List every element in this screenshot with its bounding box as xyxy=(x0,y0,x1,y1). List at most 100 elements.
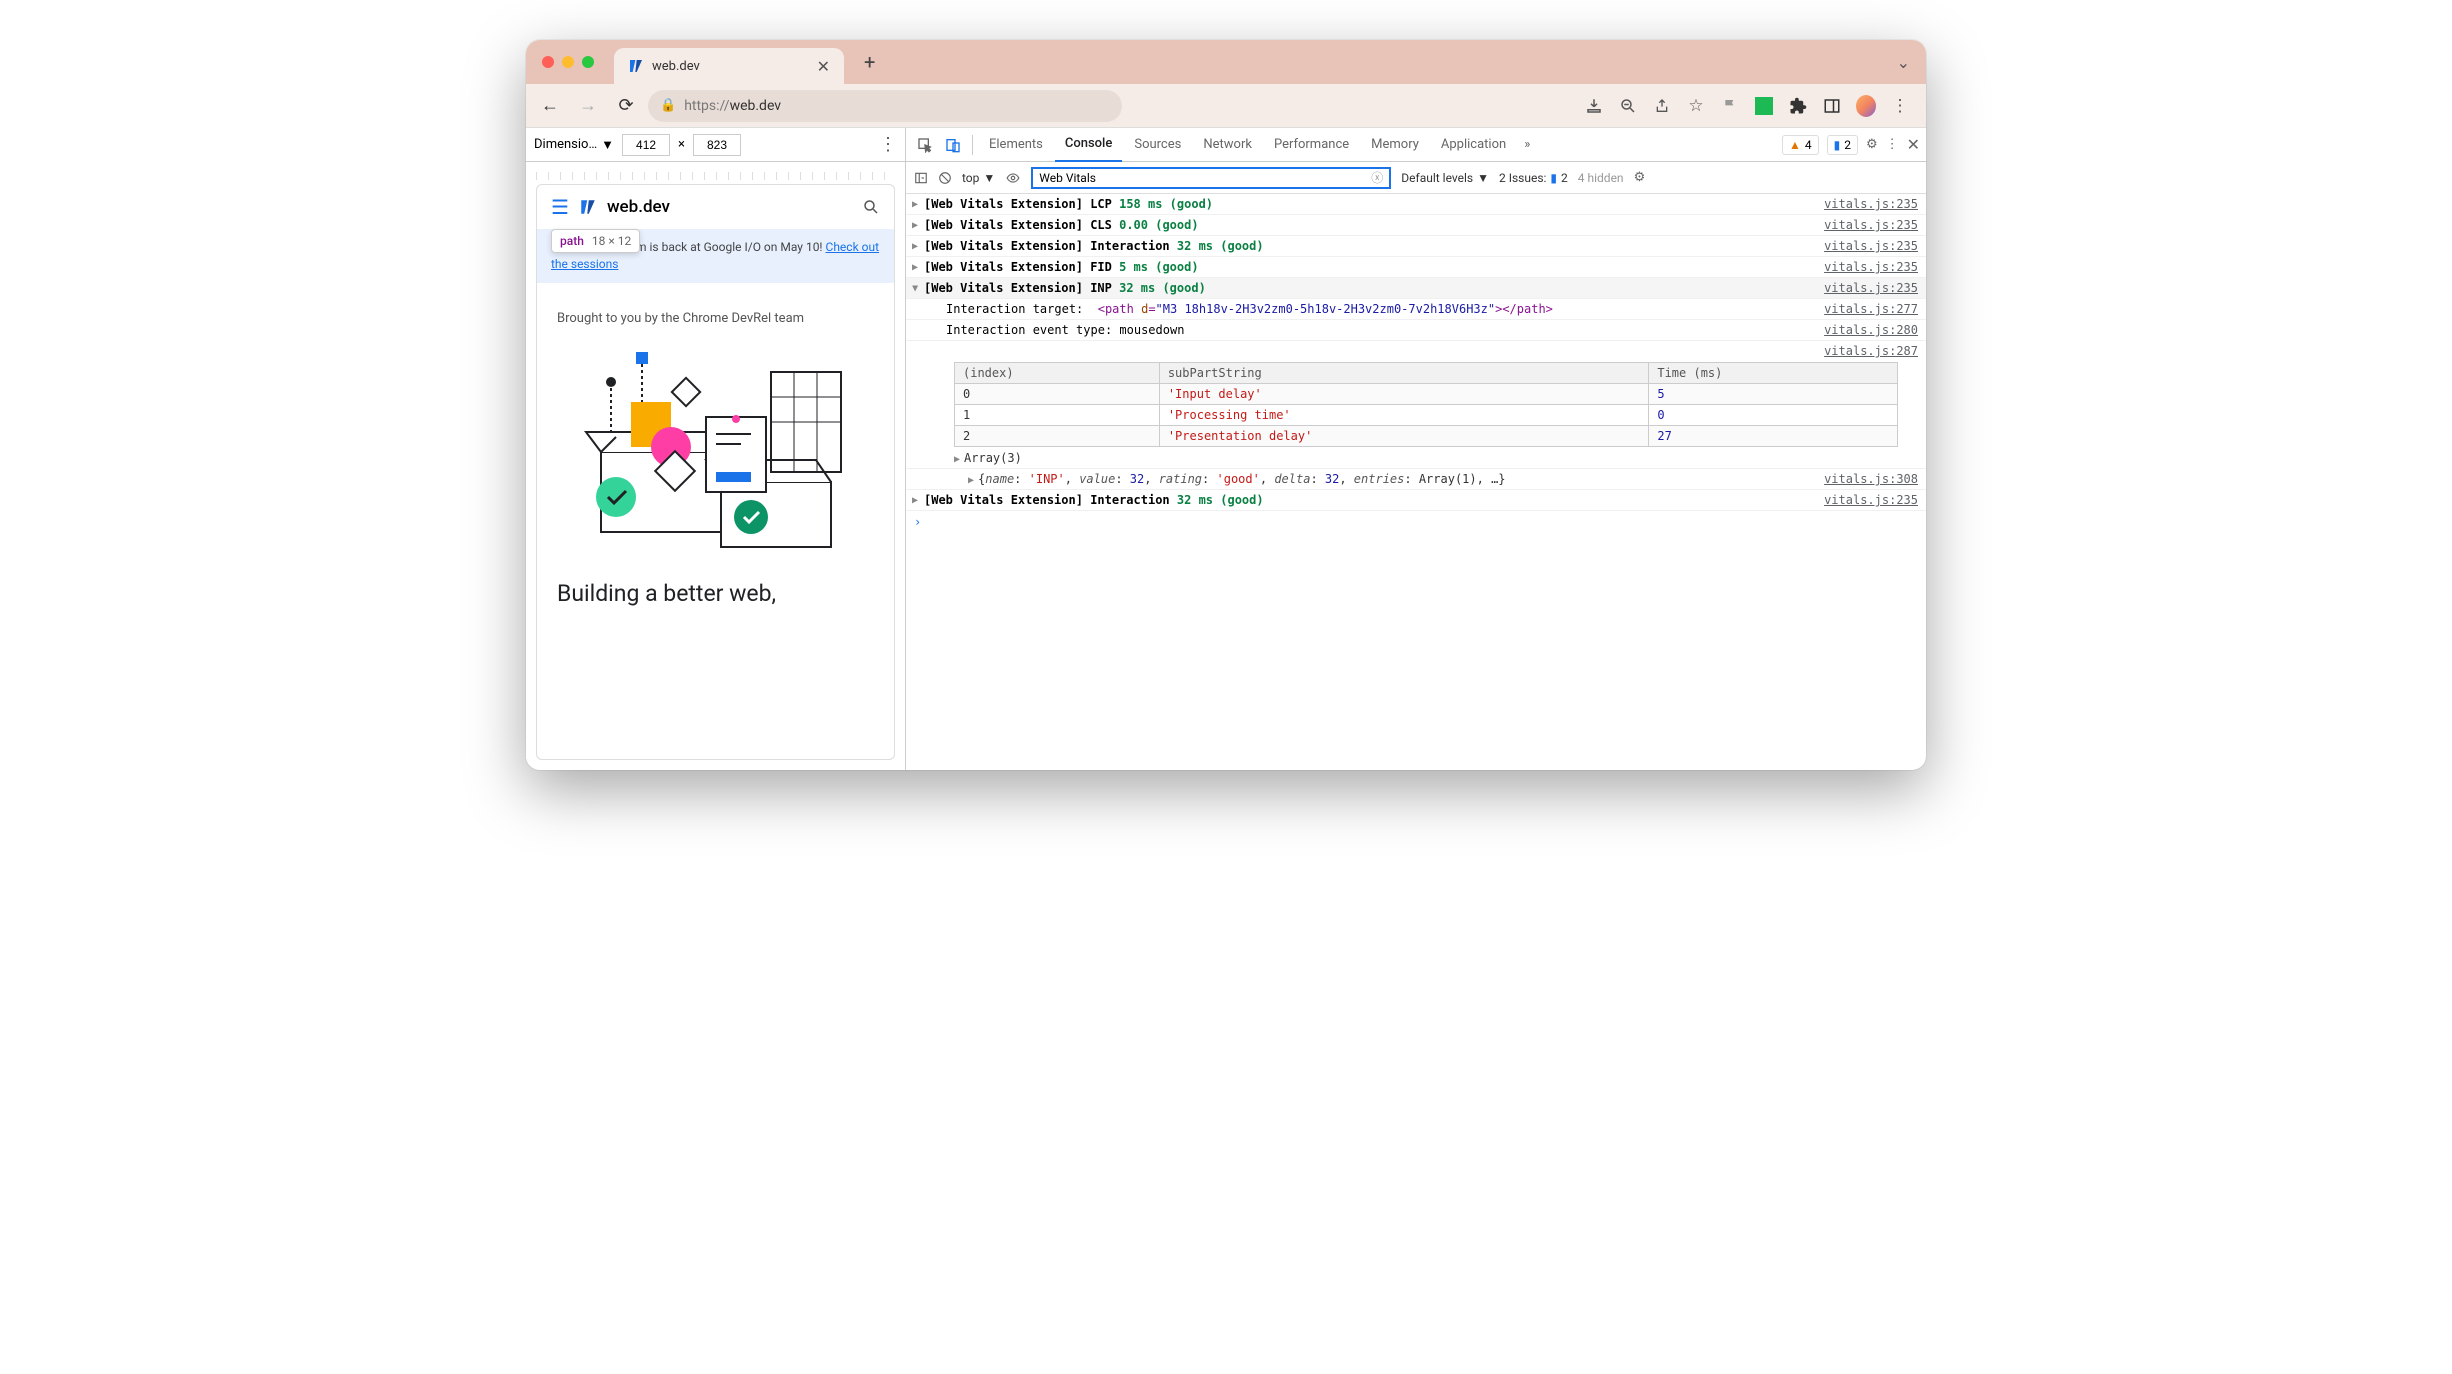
viewport-height-input[interactable] xyxy=(693,134,741,156)
console-log-row[interactable]: ▶ [Web Vitals Extension] FID 5 ms (good)… xyxy=(906,257,1926,278)
device-select[interactable]: Dimensio… ▼ xyxy=(534,137,614,153)
devtools-tab-memory[interactable]: Memory xyxy=(1361,128,1429,162)
settings-gear-icon[interactable]: ⚙ xyxy=(1866,137,1878,152)
console-table-wrapper: vitals.js:287 (index)subPartStringTime (… xyxy=(906,341,1926,469)
search-icon[interactable] xyxy=(862,198,880,216)
window-titlebar: web.dev ✕ + ⌄ xyxy=(526,40,1926,84)
expand-arrow-icon[interactable]: ▶ xyxy=(912,199,918,210)
console-log-row[interactable]: ▶ [Web Vitals Extension] Interaction 32 … xyxy=(906,236,1926,257)
more-tabs-button[interactable]: » xyxy=(1518,137,1536,152)
hamburger-menu-icon[interactable]: ☰ xyxy=(551,195,569,219)
warnings-badge[interactable]: ▲4 xyxy=(1782,135,1819,155)
console-sidebar-toggle-icon[interactable] xyxy=(914,171,928,185)
console-toolbar: top ▼ Web Vitals ⓧ Default levels ▼ 2 Is… xyxy=(906,162,1926,194)
page-headline: Building a better web, xyxy=(537,580,894,607)
share-icon[interactable] xyxy=(1652,96,1672,116)
execution-context-select[interactable]: top ▼ xyxy=(962,171,995,185)
devtools-tab-application[interactable]: Application xyxy=(1431,128,1516,162)
expand-arrow-icon[interactable]: ▶ xyxy=(910,285,921,291)
forward-button[interactable]: → xyxy=(572,90,604,122)
source-link[interactable]: vitals.js:235 xyxy=(1824,281,1918,295)
devtools-tab-performance[interactable]: Performance xyxy=(1264,128,1359,162)
clear-console-icon[interactable] xyxy=(938,171,952,185)
tab-overflow-button[interactable]: ⌄ xyxy=(1897,53,1910,72)
inspect-element-icon[interactable] xyxy=(912,132,938,158)
console-settings-icon[interactable]: ⚙ xyxy=(1634,170,1646,185)
browser-tab[interactable]: web.dev ✕ xyxy=(614,48,844,84)
source-link[interactable]: vitals.js:280 xyxy=(1824,323,1918,337)
page-preview: ☰ web.dev path18 × 12 The Chrome team is… xyxy=(536,184,895,760)
minimize-window-button[interactable] xyxy=(562,56,574,68)
console-log-row[interactable]: ▶ [Web Vitals Extension] INP 32 ms (good… xyxy=(906,278,1926,299)
source-link[interactable]: vitals.js:235 xyxy=(1824,197,1918,211)
maximize-window-button[interactable] xyxy=(582,56,594,68)
array-expander[interactable]: ▶Array(3) xyxy=(914,451,1918,465)
browser-toolbar-icons: ☆ ⋮ xyxy=(1584,96,1918,116)
console-log-row[interactable]: ▶ [Web Vitals Extension] LCP 158 ms (goo… xyxy=(906,194,1926,215)
lock-icon: 🔒 xyxy=(660,98,676,113)
sidepanel-icon[interactable] xyxy=(1822,96,1842,116)
zoom-icon[interactable] xyxy=(1618,96,1638,116)
console-log-row[interactable]: ▶ [Web Vitals Extension] Interaction 32 … xyxy=(906,490,1926,511)
console-log-detail: Interaction event type: mousedown vitals… xyxy=(906,320,1926,341)
source-link[interactable]: vitals.js:235 xyxy=(1824,493,1918,507)
url-toolbar: ← → ⟳ 🔒 https://web.dev ☆ ⋮ xyxy=(526,84,1926,128)
devtools-tab-console[interactable]: Console xyxy=(1055,128,1122,162)
profile-avatar-icon[interactable] xyxy=(1856,96,1876,116)
element-inspect-tooltip: path18 × 12 xyxy=(551,229,640,253)
webdev-logo-icon xyxy=(579,198,597,216)
devtools-tab-elements[interactable]: Elements xyxy=(979,128,1053,162)
traffic-lights xyxy=(542,56,594,68)
hidden-count: 4 hidden xyxy=(1578,171,1624,185)
devtools-tab-network[interactable]: Network xyxy=(1193,128,1262,162)
expand-arrow-icon[interactable]: ▶ xyxy=(912,262,918,273)
source-link[interactable]: vitals.js:235 xyxy=(1824,218,1918,232)
devtools-tab-sources[interactable]: Sources xyxy=(1124,128,1191,162)
expand-arrow-icon[interactable]: ▶ xyxy=(912,241,918,252)
reload-button[interactable]: ⟳ xyxy=(610,90,642,122)
console-filter-input[interactable]: Web Vitals ⓧ xyxy=(1031,167,1391,189)
viewport-width-input[interactable] xyxy=(622,134,670,156)
source-link[interactable]: vitals.js:308 xyxy=(1824,472,1918,486)
log-levels-select[interactable]: Default levels ▼ xyxy=(1401,171,1489,185)
console-output[interactable]: ▶ [Web Vitals Extension] LCP 158 ms (goo… xyxy=(906,194,1926,770)
flag-icon[interactable] xyxy=(1720,96,1740,116)
extension-green-icon[interactable] xyxy=(1754,96,1774,116)
console-table: (index)subPartStringTime (ms) 0'Input de… xyxy=(954,362,1898,447)
device-dimensions-bar: Dimensio… ▼ × ⋮ xyxy=(526,128,905,162)
console-prompt[interactable]: › xyxy=(906,511,1926,533)
new-tab-button[interactable]: + xyxy=(864,50,875,74)
downloads-icon[interactable] xyxy=(1584,96,1604,116)
console-object-row[interactable]: ▶{name: 'INP', value: 32, rating: 'good'… xyxy=(906,469,1926,490)
bookmark-star-icon[interactable]: ☆ xyxy=(1686,96,1706,116)
source-link[interactable]: vitals.js:277 xyxy=(1824,302,1918,316)
clear-filter-icon[interactable]: ⓧ xyxy=(1371,169,1383,186)
device-toolbar-menu[interactable]: ⋮ xyxy=(879,134,897,155)
device-toggle-icon[interactable] xyxy=(940,132,966,158)
source-link[interactable]: vitals.js:287 xyxy=(1824,344,1918,358)
address-bar[interactable]: 🔒 https://web.dev xyxy=(648,90,1122,122)
close-tab-button[interactable]: ✕ xyxy=(817,57,830,76)
back-button[interactable]: ← xyxy=(534,90,566,122)
console-log-row[interactable]: ▶ [Web Vitals Extension] CLS 0.00 (good)… xyxy=(906,215,1926,236)
extensions-puzzle-icon[interactable] xyxy=(1788,96,1808,116)
info-badge[interactable]: ▮2 xyxy=(1827,135,1858,155)
expand-arrow-icon[interactable]: ▶ xyxy=(912,495,918,506)
devtools-menu-button[interactable]: ⋮ xyxy=(1886,137,1899,152)
browser-menu-button[interactable]: ⋮ xyxy=(1890,96,1910,116)
close-devtools-button[interactable]: ✕ xyxy=(1907,135,1920,154)
devtools-panel: ElementsConsoleSourcesNetworkPerformance… xyxy=(906,128,1926,770)
site-name: web.dev xyxy=(607,197,670,217)
close-window-button[interactable] xyxy=(542,56,554,68)
tab-title: web.dev xyxy=(652,59,809,74)
issues-summary[interactable]: 2 Issues: ▮2 xyxy=(1499,171,1568,185)
devtools-tabbar: ElementsConsoleSourcesNetworkPerformance… xyxy=(906,128,1926,162)
console-log-detail: Interaction target: <path d="M3 18h18v-2… xyxy=(906,299,1926,320)
expand-arrow-icon[interactable]: ▶ xyxy=(912,220,918,231)
ruler xyxy=(536,172,895,180)
dimension-separator: × xyxy=(678,137,685,152)
live-expression-icon[interactable] xyxy=(1005,171,1021,185)
source-link[interactable]: vitals.js:235 xyxy=(1824,260,1918,274)
webdev-favicon-icon xyxy=(628,58,644,74)
source-link[interactable]: vitals.js:235 xyxy=(1824,239,1918,253)
